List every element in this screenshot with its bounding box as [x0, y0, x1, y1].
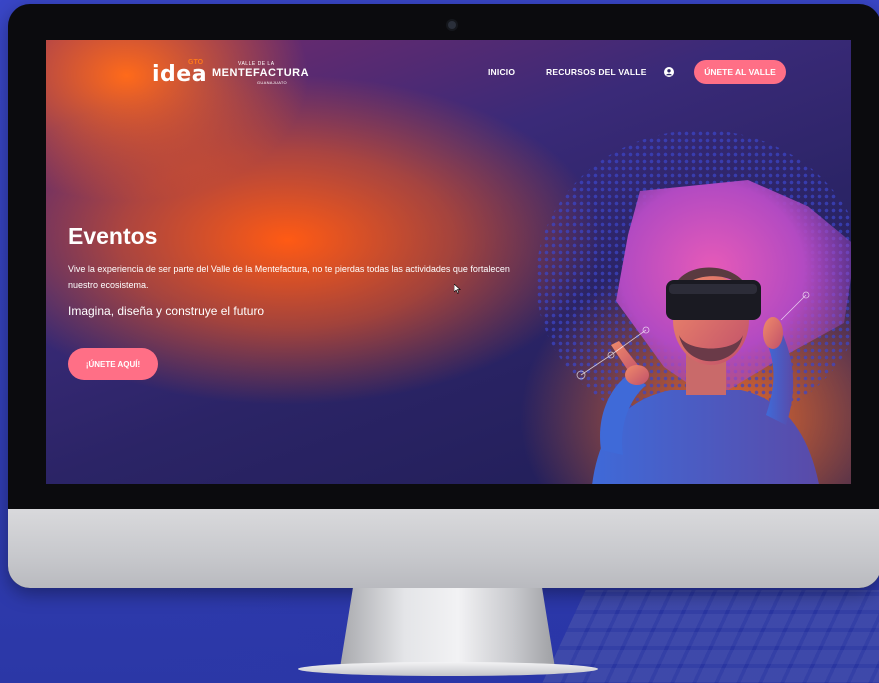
monitor-stand — [340, 588, 555, 668]
camera-icon — [448, 21, 456, 29]
header-nav: idea GTO VALLE DE LA MENTEFACTURA GUANAJ… — [46, 40, 851, 100]
monitor-stand-base — [298, 662, 598, 676]
monitor: idea GTO VALLE DE LA MENTEFACTURA GUANAJ… — [8, 4, 879, 588]
mouse-cursor-icon — [454, 284, 461, 294]
vr-person-image — [576, 267, 819, 484]
nav-link-recursos[interactable]: RECURSOS DEL VALLE — [546, 67, 647, 77]
logo-gto-badge: GTO — [188, 59, 204, 66]
user-icon[interactable] — [664, 67, 674, 77]
join-here-button[interactable]: ¡ÚNETE AQUÍ! — [68, 348, 158, 380]
join-valley-button[interactable]: ÚNETE AL VALLE — [694, 60, 786, 84]
logo-mentefactura[interactable]: MENTEFACTURA — [212, 67, 309, 79]
monitor-chin — [8, 509, 879, 588]
website-screen: idea GTO VALLE DE LA MENTEFACTURA GUANAJ… — [46, 40, 851, 484]
logo-guanajuato: GUANAJUATO — [257, 80, 287, 85]
page-title: Eventos — [68, 223, 158, 249]
nav-link-inicio[interactable]: INICIO — [488, 67, 515, 77]
hero-subtitle: Imagina, diseña y construye el futuro — [68, 304, 265, 318]
